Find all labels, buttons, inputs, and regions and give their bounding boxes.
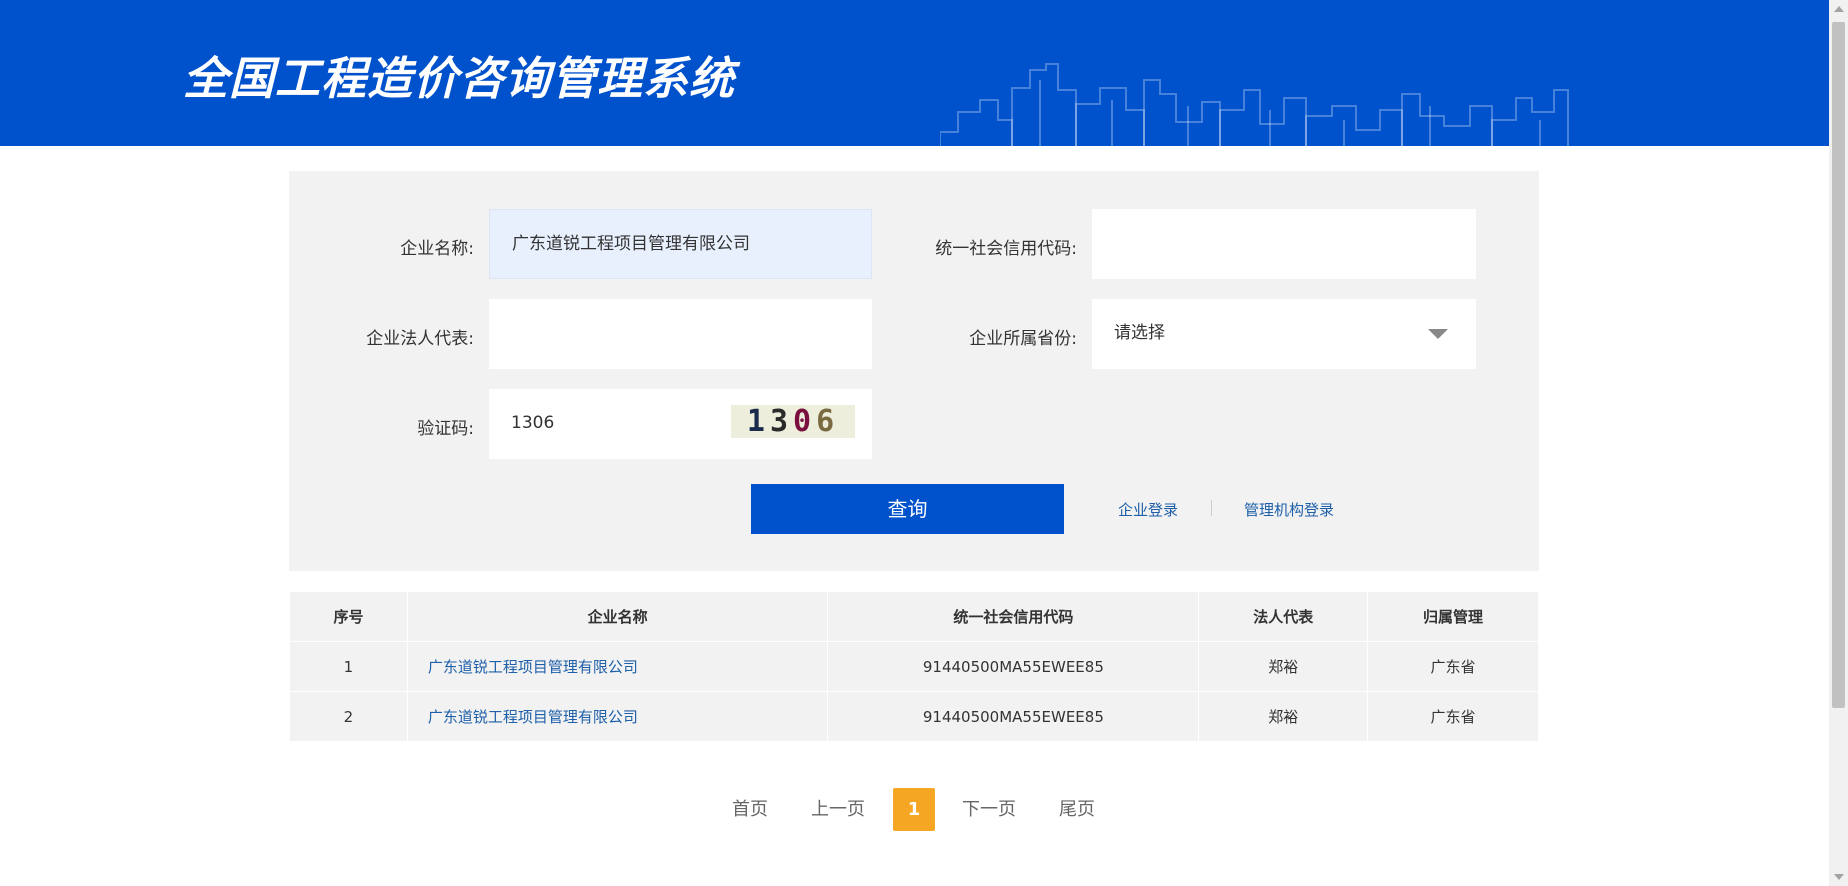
pagination: 首页 上一页 1 下一页 尾页: [0, 788, 1829, 831]
legal-rep-input[interactable]: [489, 299, 872, 369]
dropdown-arrow-icon: [1428, 329, 1448, 339]
scroll-thumb[interactable]: [1832, 22, 1845, 708]
row-credit-code: 91440500MA55EWEE85: [827, 641, 1200, 692]
column-header-region: 归属管理: [1367, 591, 1539, 642]
scroll-down-arrow-icon[interactable]: [1834, 874, 1844, 880]
company-login-link[interactable]: 企业登录: [1118, 499, 1178, 520]
current-page[interactable]: 1: [893, 788, 935, 831]
column-header-legal-rep: 法人代表: [1198, 591, 1369, 642]
province-select[interactable]: 请选择: [1092, 299, 1476, 369]
credit-code-label: 统一社会信用代码:: [935, 239, 1077, 259]
link-divider: [1211, 500, 1212, 516]
row-region: 广东省: [1367, 691, 1539, 742]
province-label: 企业所属省份:: [969, 329, 1077, 349]
column-header-credit-code: 统一社会信用代码: [827, 591, 1200, 642]
first-page-link[interactable]: 首页: [732, 788, 768, 831]
table-header-row: 序号 企业名称 统一社会信用代码 法人代表 归属管理: [289, 591, 1539, 642]
system-title: 全国工程造价咨询管理系统: [183, 52, 736, 105]
row-region: 广东省: [1367, 641, 1539, 692]
agency-login-link[interactable]: 管理机构登录: [1244, 499, 1334, 520]
row-legal-rep: 郑裕: [1198, 641, 1369, 692]
table-row: 2 广东道锐工程项目管理有限公司 91440500MA55EWEE85 郑裕 广…: [289, 691, 1539, 742]
vertical-scrollbar[interactable]: [1829, 0, 1848, 886]
row-legal-rep: 郑裕: [1198, 691, 1369, 742]
captcha-digit: 6: [816, 404, 840, 439]
company-name-link[interactable]: 广东道锐工程项目管理有限公司: [428, 658, 638, 676]
column-header-company-name: 企业名称: [406, 591, 829, 642]
company-name-input[interactable]: 广东道锐工程项目管理有限公司: [489, 209, 872, 279]
scroll-up-arrow-icon[interactable]: [1834, 6, 1844, 12]
city-skyline-decoration: [940, 63, 1569, 146]
legal-rep-label: 企业法人代表:: [366, 329, 474, 349]
captcha-label: 验证码:: [417, 419, 474, 439]
next-page-link[interactable]: 下一页: [962, 788, 1016, 831]
column-header-index: 序号: [289, 591, 408, 642]
row-index: 2: [289, 691, 408, 742]
captcha-digit: 1: [746, 404, 770, 439]
company-name-label: 企业名称:: [400, 239, 474, 259]
table-row: 1 广东道锐工程项目管理有限公司 91440500MA55EWEE85 郑裕 广…: [289, 641, 1539, 692]
prev-page-link[interactable]: 上一页: [811, 788, 865, 831]
captcha-image[interactable]: 1306: [731, 404, 855, 439]
company-name-link[interactable]: 广东道锐工程项目管理有限公司: [428, 708, 638, 726]
row-credit-code: 91440500MA55EWEE85: [827, 691, 1200, 742]
last-page-link[interactable]: 尾页: [1059, 788, 1095, 831]
captcha-digit: 3: [769, 404, 793, 439]
credit-code-input[interactable]: [1092, 209, 1476, 279]
app-header: 全国工程造价咨询管理系统: [0, 0, 1829, 146]
row-index: 1: [289, 641, 408, 692]
query-button[interactable]: 查询: [751, 484, 1064, 534]
captcha-digit: 0: [793, 404, 817, 439]
province-select-value: 请选择: [1114, 323, 1165, 343]
results-table: 序号 企业名称 统一社会信用代码 法人代表 归属管理 1 广东道锐工程项目管理有…: [289, 591, 1539, 742]
